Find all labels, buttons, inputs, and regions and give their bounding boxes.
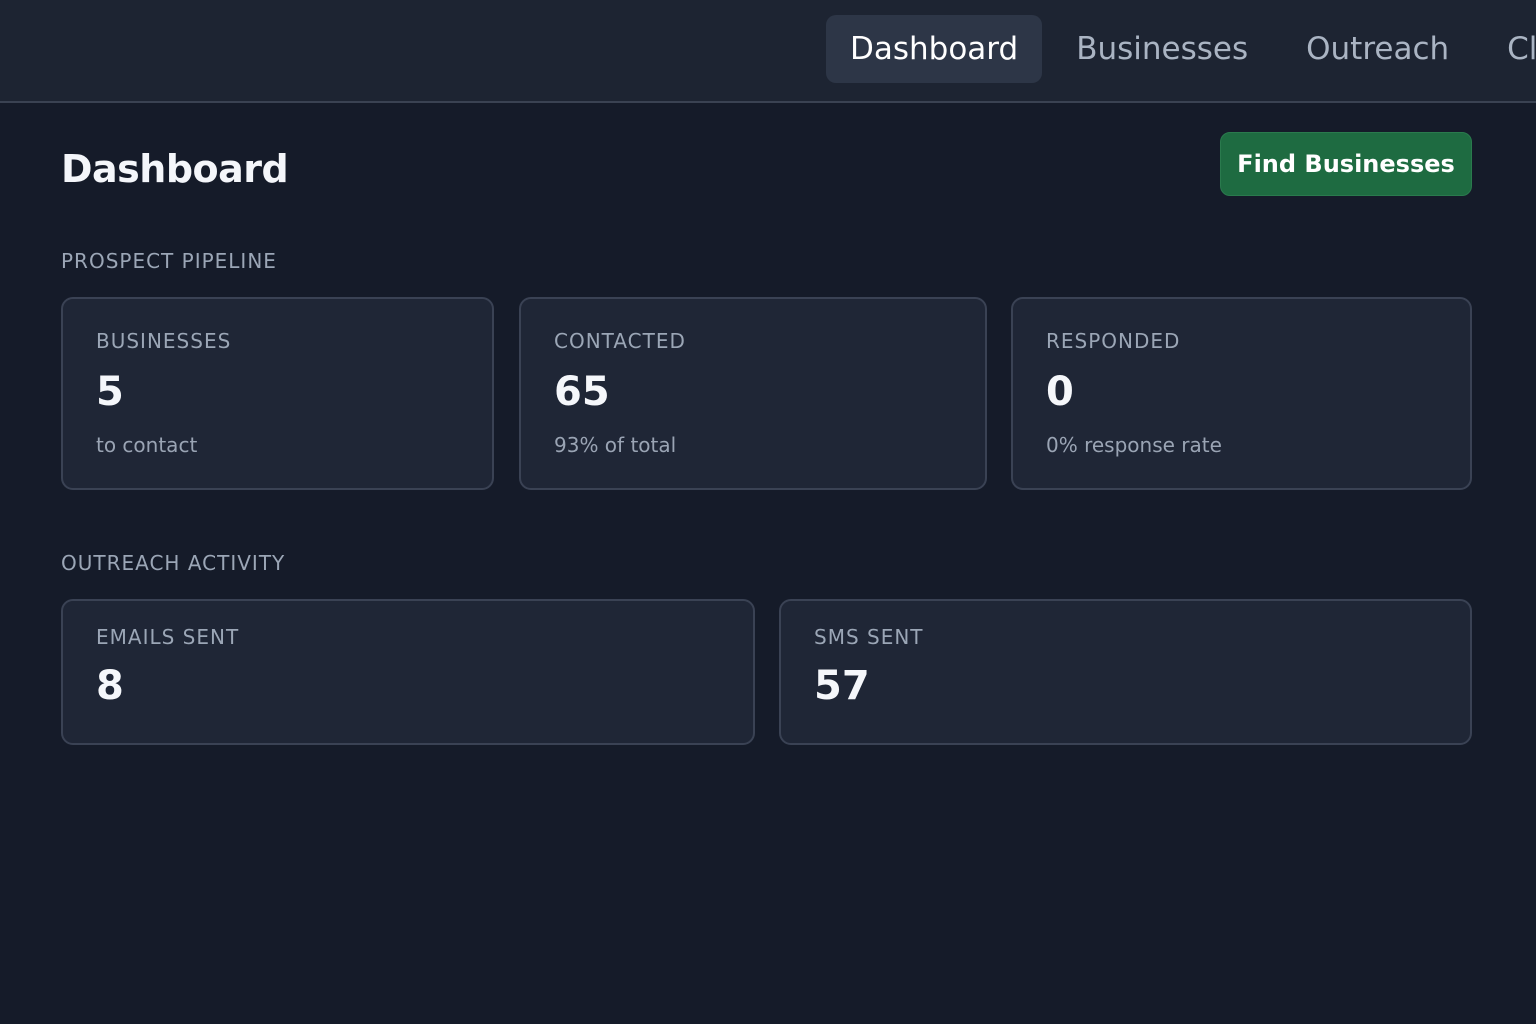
- stat-label: RESPONDED: [1046, 329, 1181, 353]
- stat-card-emails-sent: EMAILS SENT 8: [61, 599, 755, 745]
- stat-label: SMS SENT: [814, 625, 924, 649]
- stat-label: CONTACTED: [554, 329, 686, 353]
- stat-card-responded: RESPONDED 0 0% response rate: [1011, 297, 1472, 490]
- stat-label: EMAILS SENT: [96, 625, 240, 649]
- top-nav-bar: Dashboard Businesses Outreach Cli: [0, 0, 1536, 103]
- main-nav: Dashboard Businesses Outreach Cli: [826, 15, 1536, 83]
- stat-value: 8: [96, 663, 124, 709]
- stat-card-sms-sent: SMS SENT 57: [779, 599, 1472, 745]
- stat-label: BUSINESSES: [96, 329, 232, 353]
- tab-businesses[interactable]: Businesses: [1052, 15, 1272, 83]
- find-businesses-button[interactable]: Find Businesses: [1220, 132, 1472, 196]
- stat-subtext: 0% response rate: [1046, 433, 1222, 457]
- stat-value: 0: [1046, 369, 1074, 415]
- tab-outreach[interactable]: Outreach: [1282, 15, 1473, 83]
- stat-value: 65: [554, 369, 610, 415]
- prospect-pipeline-heading: PROSPECT PIPELINE: [61, 249, 277, 273]
- stat-value: 5: [96, 369, 124, 415]
- tab-clients-truncated[interactable]: Cli: [1483, 15, 1536, 83]
- stat-subtext: 93% of total: [554, 433, 677, 457]
- stat-value: 57: [814, 663, 870, 709]
- tab-dashboard[interactable]: Dashboard: [826, 15, 1043, 83]
- page-title: Dashboard: [61, 147, 289, 191]
- stat-card-contacted: CONTACTED 65 93% of total: [519, 297, 987, 490]
- stat-card-businesses: BUSINESSES 5 to contact: [61, 297, 494, 490]
- outreach-activity-heading: OUTREACH ACTIVITY: [61, 551, 286, 575]
- stat-subtext: to contact: [96, 433, 198, 457]
